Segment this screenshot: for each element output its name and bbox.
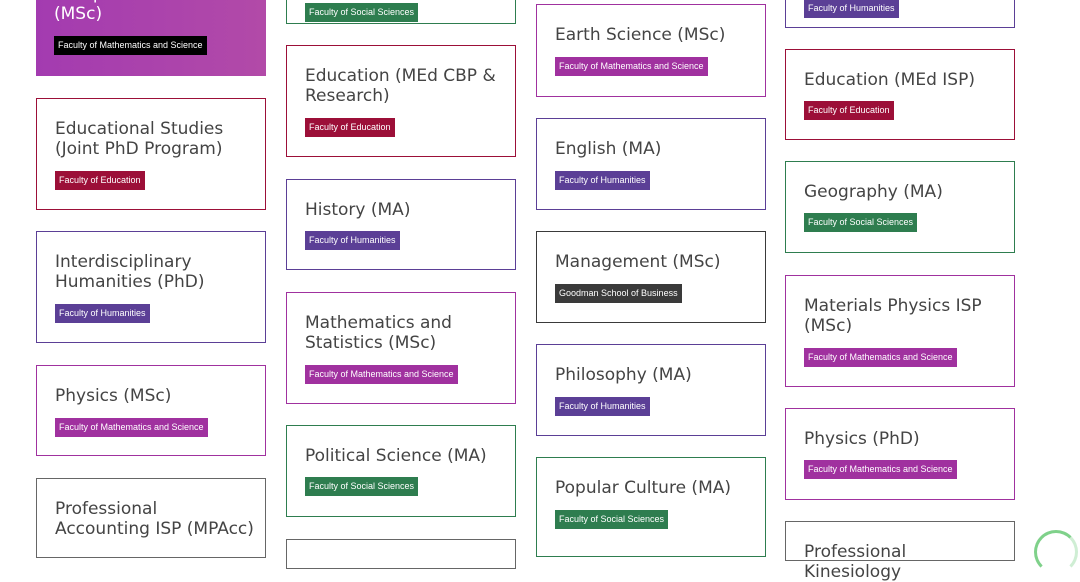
program-card-professional-kinesiology[interactable]: Professional Kinesiology bbox=[785, 521, 1015, 582]
faculty-badge: Faculty of Social Sciences bbox=[804, 213, 918, 232]
faculty-badge: Faculty of Social Sciences bbox=[305, 477, 419, 496]
program-title: Mathematics and Statistics (MSc) bbox=[305, 313, 452, 353]
program-card-computer-science-msc[interactable]: Computer Science (MSc) Faculty of Mathema… bbox=[36, 0, 266, 76]
faculty-badge: Faculty of Education bbox=[305, 118, 395, 137]
program-card-professional-accounting-isp-mpacc[interactable]: Professional Accounting ISP (MPAcc) bbox=[36, 478, 266, 558]
loading-spinner-icon bbox=[1034, 530, 1078, 574]
faculty-badge: Faculty of Social Sciences bbox=[555, 510, 669, 529]
program-title: Professional Accounting ISP (MPAcc) bbox=[55, 499, 254, 539]
program-title: Geography (MA) bbox=[804, 182, 943, 202]
program-title: Political Science (MA) bbox=[305, 446, 487, 466]
program-title: English (MA) bbox=[555, 139, 662, 159]
program-card-physics-msc[interactable]: Physics (MSc) Faculty of Mathematics and … bbox=[36, 365, 266, 456]
program-grid: Computer Science (MSc) Faculty of Mathema… bbox=[0, 0, 1080, 582]
program-title: Philosophy (MA) bbox=[555, 365, 692, 385]
program-card-physics-phd[interactable]: Physics (PhD) Faculty of Mathematics and … bbox=[785, 408, 1015, 500]
program-card-history-ma[interactable]: History (MA) Faculty of Humanities bbox=[286, 179, 516, 270]
faculty-badge: Faculty of Humanities bbox=[804, 0, 899, 18]
program-card-card[interactable] bbox=[286, 539, 516, 569]
faculty-badge: Faculty of Education bbox=[804, 101, 894, 120]
program-title: Interdisciplinary Humanities (PhD) bbox=[55, 252, 205, 292]
program-card-political-science-ma[interactable]: Political Science (MA) Faculty of Social … bbox=[286, 425, 516, 517]
program-title: Materials Physics ISP (MSc) bbox=[804, 296, 982, 336]
program-title: Management (MSc) bbox=[555, 252, 721, 272]
program-title: Earth Science (MSc) bbox=[555, 25, 726, 45]
program-card-education-med-isp[interactable]: Education (MEd ISP) Faculty of Education bbox=[785, 49, 1015, 140]
program-card-geography-ma[interactable]: Geography (MA) Faculty of Social Sciences bbox=[785, 161, 1015, 253]
faculty-badge: Faculty of Humanities bbox=[305, 231, 400, 250]
program-card-materials-physics-isp-msc[interactable]: Materials Physics ISP (MSc) Faculty of Ma… bbox=[785, 275, 1015, 387]
program-title: Popular Culture (MA) bbox=[555, 478, 731, 498]
program-card-card[interactable]: Faculty of Humanities bbox=[785, 0, 1015, 28]
faculty-badge: Faculty of Mathematics and Science bbox=[804, 460, 957, 479]
program-card-interdisciplinary-humanities-phd[interactable]: Interdisciplinary Humanities (PhD) Facult… bbox=[36, 231, 266, 343]
faculty-badge: Faculty of Mathematics and Science bbox=[54, 36, 207, 55]
faculty-badge: Faculty of Mathematics and Science bbox=[55, 418, 208, 437]
faculty-badge: Faculty of Mathematics and Science bbox=[305, 365, 458, 384]
faculty-badge: Faculty of Mathematics and Science bbox=[804, 348, 957, 367]
program-card-philosophy-ma[interactable]: Philosophy (MA) Faculty of Humanities bbox=[536, 344, 766, 436]
program-card-education-med-cbp-research[interactable]: Education (MEd CBP & Research) Faculty of… bbox=[286, 45, 516, 157]
program-title: Education (MEd CBP & Research) bbox=[305, 66, 496, 106]
faculty-badge: Faculty of Humanities bbox=[555, 397, 650, 416]
program-card-popular-culture-ma[interactable]: Popular Culture (MA) Faculty of Social Sc… bbox=[536, 457, 766, 557]
faculty-badge: Faculty of Social Sciences bbox=[305, 3, 419, 22]
program-card-card[interactable]: Faculty of Social Sciences bbox=[286, 0, 516, 24]
program-card-mathematics-and-statistics-msc[interactable]: Mathematics and Statistics (MSc) Faculty … bbox=[286, 292, 516, 404]
program-title: Physics (MSc) bbox=[55, 386, 172, 406]
program-title: Physics (PhD) bbox=[804, 429, 920, 449]
program-card-earth-science-msc[interactable]: Earth Science (MSc) Faculty of Mathematic… bbox=[536, 4, 766, 97]
program-title: Education (MEd ISP) bbox=[804, 70, 975, 90]
program-title: Professional Kinesiology bbox=[804, 542, 907, 582]
program-title: Educational Studies (Joint PhD Program) bbox=[55, 119, 224, 159]
faculty-badge: Faculty of Humanities bbox=[55, 304, 150, 323]
faculty-badge: Goodman School of Business bbox=[555, 284, 682, 303]
program-title: History (MA) bbox=[305, 200, 411, 220]
faculty-badge: Faculty of Education bbox=[55, 171, 145, 190]
program-card-educational-studies-joint-phd-program[interactable]: Educational Studies (Joint PhD Program) F… bbox=[36, 98, 266, 210]
faculty-badge: Faculty of Mathematics and Science bbox=[555, 57, 708, 76]
program-card-english-ma[interactable]: English (MA) Faculty of Humanities bbox=[536, 118, 766, 210]
faculty-badge: Faculty of Humanities bbox=[555, 171, 650, 190]
program-card-management-msc[interactable]: Management (MSc) Goodman School of Busine… bbox=[536, 231, 766, 323]
program-title: Computer Science (MSc) bbox=[54, 0, 210, 24]
